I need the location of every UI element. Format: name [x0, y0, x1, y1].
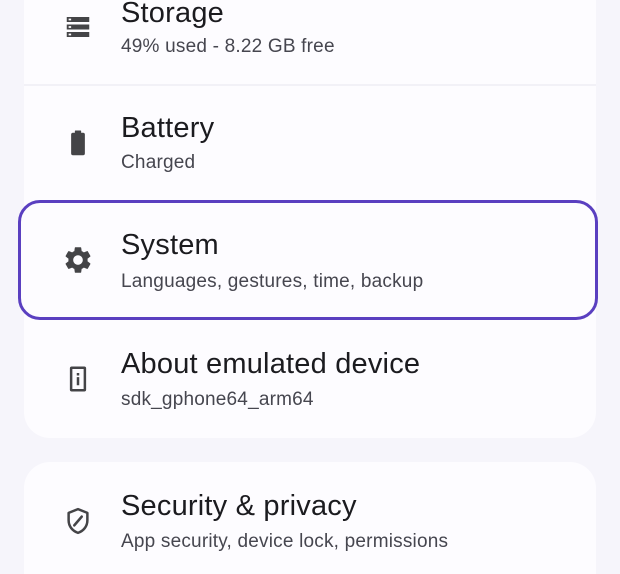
battery-icon — [60, 125, 96, 161]
settings-item-title: Battery — [121, 112, 215, 144]
settings-item-subtitle: 49% used - 8.22 GB free — [121, 36, 335, 57]
settings-item-subtitle: sdk_gphone64_arm64 — [121, 389, 314, 410]
settings-item-title: System — [121, 229, 219, 261]
shield-icon — [60, 503, 96, 539]
settings-item-subtitle: App security, device lock, permissions — [121, 531, 449, 552]
settings-item-about-device[interactable]: About emulated device sdk_gphone64_arm64 — [24, 322, 596, 436]
settings-item-title: About emulated device — [121, 348, 421, 380]
settings-screen: Storage 49% used - 8.22 GB free Battery … — [0, 0, 620, 574]
settings-item-storage[interactable]: Storage 49% used - 8.22 GB free — [24, 0, 596, 84]
settings-item-title: Storage — [121, 0, 224, 29]
settings-item-title: Security & privacy — [121, 490, 357, 522]
gear-icon — [60, 242, 96, 278]
device-info-icon — [60, 361, 96, 397]
settings-item-subtitle: Languages, gestures, time, backup — [121, 271, 424, 292]
settings-item-subtitle: Charged — [121, 152, 196, 173]
settings-item-system[interactable]: System Languages, gestures, time, backup — [24, 203, 596, 317]
storage-icon — [60, 9, 96, 45]
settings-item-security-privacy[interactable]: Security & privacy App security, device … — [24, 464, 596, 574]
settings-item-battery[interactable]: Battery Charged — [24, 86, 596, 200]
